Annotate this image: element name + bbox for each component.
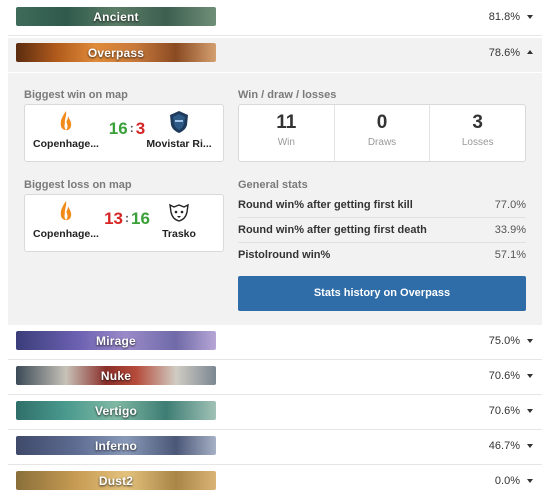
map-row-vertigo[interactable]: Vertigo 70.6% — [8, 396, 542, 430]
flame-logo-icon — [31, 199, 101, 225]
map-banner-overpass: Overpass — [16, 43, 216, 62]
map-winrate: 78.6% — [488, 47, 520, 59]
team-name: Movistar Ri... — [146, 138, 212, 150]
map-winrate: 75.0% — [488, 335, 520, 347]
map-banner-nuke: Nuke — [16, 366, 216, 385]
caret-down-icon[interactable] — [527, 479, 533, 483]
stat-value: 57.1% — [494, 249, 526, 261]
map-row-inferno[interactable]: Inferno 46.7% — [8, 431, 542, 465]
map-details-panel: Biggest win on map Copenhage... 16:3 Mov… — [8, 73, 542, 325]
caret-down-icon[interactable] — [527, 15, 533, 19]
stat-name: Pistolround win% — [238, 249, 331, 261]
team-name: Copenhage... — [33, 228, 99, 240]
biggest-win-match[interactable]: Copenhage... 16:3 Movistar Ri... — [24, 104, 224, 162]
map-name: Nuke — [100, 368, 132, 383]
losses-cell: 3 Losses — [430, 105, 525, 161]
stat-name: Round win% after getting first death — [238, 224, 427, 236]
caret-up-icon[interactable] — [527, 50, 533, 54]
score-left: 16 — [108, 119, 128, 138]
stats-history-button[interactable]: Stats history on Overpass — [238, 276, 526, 311]
team-right: Trasko — [139, 199, 219, 240]
flame-logo-icon — [31, 109, 101, 135]
biggest-loss-title: Biggest loss on map — [24, 179, 132, 191]
biggest-loss-match[interactable]: Copenhage... 13:16 Trasko — [24, 194, 224, 252]
map-name: Dust2 — [98, 473, 134, 488]
losses-count: 3 — [472, 112, 483, 133]
team-name: Copenhage... — [33, 138, 99, 150]
map-winrate: 81.8% — [488, 11, 520, 23]
caret-down-icon[interactable] — [527, 444, 533, 448]
team-name: Trasko — [162, 228, 196, 240]
stat-value: 33.9% — [494, 224, 526, 236]
map-banner-inferno: Inferno — [16, 436, 216, 455]
wins-count: 11 — [276, 112, 297, 133]
team-right: Movistar Ri... — [139, 109, 219, 150]
draws-count: 0 — [376, 112, 388, 133]
caret-down-icon[interactable] — [527, 374, 533, 378]
team-left: Copenhage... — [31, 109, 101, 150]
losses-label: Losses — [461, 137, 494, 148]
map-name: Inferno — [94, 438, 138, 453]
draws-cell: 0 Draws — [335, 105, 431, 161]
map-name: Mirage — [96, 333, 136, 348]
map-row-overpass[interactable]: Overpass 78.6% — [8, 38, 542, 72]
wdl-title: Win / draw / losses — [238, 89, 337, 101]
map-winrate: 70.6% — [488, 370, 520, 382]
map-row-ancient[interactable]: Ancient 81.8% — [8, 2, 542, 36]
map-winrate: 0.0% — [494, 475, 520, 487]
team-left: Copenhage... — [31, 199, 101, 240]
score-left: 13 — [104, 209, 123, 228]
caret-down-icon[interactable] — [527, 409, 533, 413]
bear-logo-icon — [139, 199, 219, 225]
stat-row: Round win% after getting first death 33.… — [238, 218, 526, 243]
stat-name: Round win% after getting first kill — [238, 199, 413, 211]
map-banner-ancient: Ancient — [16, 7, 216, 26]
map-row-nuke[interactable]: Nuke 70.6% — [8, 361, 542, 395]
map-banner-mirage: Mirage — [16, 331, 216, 350]
map-banner-dust2: Dust2 — [16, 471, 216, 490]
biggest-win-title: Biggest win on map — [24, 89, 128, 101]
draws-label: Draws — [367, 137, 397, 148]
general-stats-title: General stats — [238, 179, 308, 191]
wdl-box: 11 Win 0 Draws 3 Losses — [238, 104, 526, 162]
stat-row: Pistolround win% 57.1% — [238, 243, 526, 268]
stat-row: Round win% after getting first kill 77.0… — [238, 193, 526, 218]
map-name: Vertigo — [94, 403, 138, 418]
wins-cell: 11 Win — [239, 105, 335, 161]
map-row-mirage[interactable]: Mirage 75.0% — [8, 326, 542, 360]
map-name: Overpass — [87, 45, 145, 60]
map-banner-vertigo: Vertigo — [16, 401, 216, 420]
knight-helmet-logo-icon — [139, 109, 219, 135]
map-winrate: 46.7% — [488, 440, 520, 452]
map-row-dust2[interactable]: Dust2 0.0% — [8, 466, 542, 500]
wins-label: Win — [277, 137, 295, 148]
map-name: Ancient — [93, 9, 139, 24]
map-winrate: 70.6% — [488, 405, 520, 417]
caret-down-icon[interactable] — [527, 339, 533, 343]
stat-value: 77.0% — [494, 199, 526, 211]
